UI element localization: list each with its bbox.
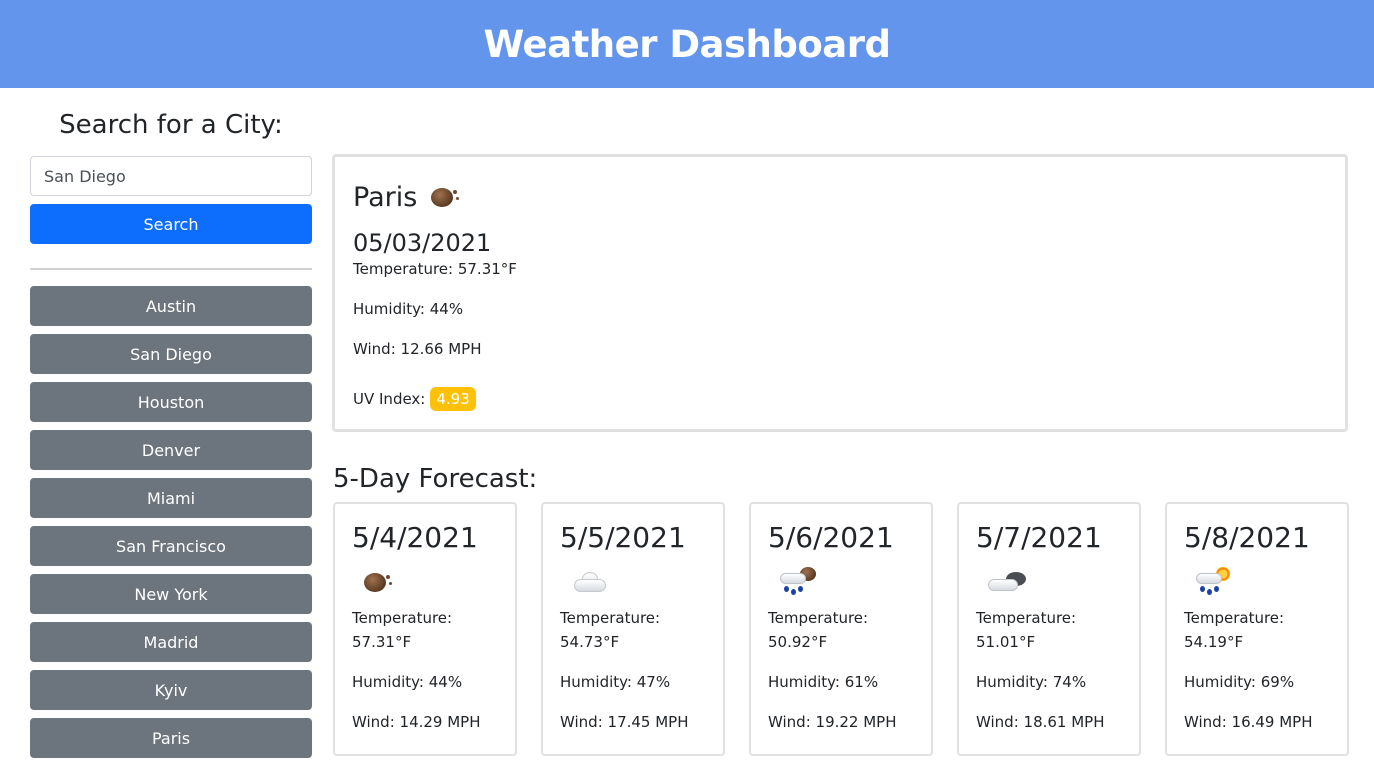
uv-label: UV Index: (353, 390, 426, 408)
forecast-wind: Wind: 18.61 MPH (976, 713, 1105, 731)
city-button-paris[interactable]: Paris (30, 718, 312, 758)
city-button-san-francisco[interactable]: San Francisco (30, 526, 312, 566)
current-uv-row: UV Index: 4.93 (353, 379, 1327, 419)
forecast-wind: Wind: 16.49 MPH (1184, 713, 1313, 731)
page-title: Weather Dashboard (483, 22, 891, 66)
city-search-input[interactable] (30, 156, 312, 196)
forecast-temperature-label: Temperature: (560, 609, 661, 627)
forecast-date: 5/5/2021 (560, 521, 686, 554)
current-city-row: Paris (353, 179, 1327, 215)
dust-icon (429, 184, 461, 210)
forecast-temperature-label: Temperature: (352, 609, 453, 627)
current-humidity: Humidity: 44% (353, 300, 464, 318)
forecast-temperature: Temperature: 51.01°F (976, 606, 1122, 670)
search-button[interactable]: Search (30, 204, 312, 244)
forecast-wind: Wind: 14.29 MPH (352, 713, 481, 731)
forecast-temperature-value: 54.19°F (1184, 633, 1244, 651)
dust-icon (362, 569, 394, 595)
city-button-kyiv[interactable]: Kyiv (30, 670, 312, 710)
sidebar: Search for a City: Search Austin San Die… (30, 88, 312, 766)
forecast-temperature-value: 54.73°F (560, 633, 620, 651)
forecast-temperature-label: Temperature: (976, 609, 1077, 627)
forecast-date: 5/6/2021 (768, 521, 894, 554)
forecast-card: 5/6/2021 Temperature: 50.92°F Humidity: … (749, 502, 933, 756)
forecast-date: 5/8/2021 (1184, 521, 1310, 554)
city-button-denver[interactable]: Denver (30, 430, 312, 470)
city-history-list: Austin San Diego Houston Denver Miami Sa… (30, 286, 312, 758)
forecast-card: 5/5/2021 Temperature: 54.73°F Humidity: … (541, 502, 725, 756)
forecast-humidity: Humidity: 69% (1184, 673, 1295, 691)
forecast-temperature: Temperature: 57.31°F (352, 606, 498, 670)
current-temperature: Temperature: 57.31°F (353, 260, 517, 278)
forecast-card: 5/7/2021 Temperature: 51.01°F Humidity: … (957, 502, 1141, 756)
forecast-wind: Wind: 19.22 MPH (768, 713, 897, 731)
forecast-temperature: Temperature: 54.73°F (560, 606, 706, 670)
forecast-wind: Wind: 17.45 MPH (560, 713, 689, 731)
forecast-humidity: Humidity: 47% (560, 673, 671, 691)
city-button-miami[interactable]: Miami (30, 478, 312, 518)
forecast-temperature-label: Temperature: (1184, 609, 1285, 627)
forecast-temperature-value: 51.01°F (976, 633, 1036, 651)
city-button-austin[interactable]: Austin (30, 286, 312, 326)
forecast-title: 5-Day Forecast: (333, 464, 538, 494)
current-date: 05/03/2021 (353, 229, 492, 257)
rain-dust-icon (778, 567, 818, 597)
app-header: Weather Dashboard (0, 0, 1374, 88)
forecast-card: 5/4/2021 Temperature: 57.31°F Humidity: … (333, 502, 517, 756)
city-button-san-diego[interactable]: San Diego (30, 334, 312, 374)
forecast-temperature-value: 50.92°F (768, 633, 828, 651)
sidebar-divider (30, 268, 312, 270)
forecast-humidity: Humidity: 44% (352, 673, 463, 691)
forecast-humidity: Humidity: 74% (976, 673, 1087, 691)
city-button-houston[interactable]: Houston (30, 382, 312, 422)
cloud-icon (570, 569, 610, 595)
city-button-new-york[interactable]: New York (30, 574, 312, 614)
forecast-temperature: Temperature: 50.92°F (768, 606, 914, 670)
current-wind: Wind: 12.66 MPH (353, 340, 482, 358)
forecast-date: 5/4/2021 (352, 521, 478, 554)
overcast-clouds-icon (986, 569, 1030, 595)
rain-sun-icon (1194, 567, 1234, 597)
forecast-humidity: Humidity: 61% (768, 673, 879, 691)
current-weather-card: Paris 05/03/2021 Temperature: 57.31°F Hu… (332, 154, 1348, 432)
forecast-card: 5/8/2021 Temperature: 54.19°F Humidity: … (1165, 502, 1349, 756)
forecast-temperature-value: 57.31°F (352, 633, 412, 651)
search-heading: Search for a City: (59, 110, 283, 140)
forecast-temperature: Temperature: 54.19°F (1184, 606, 1330, 670)
forecast-date: 5/7/2021 (976, 521, 1102, 554)
forecast-temperature-label: Temperature: (768, 609, 869, 627)
current-city-name: Paris (353, 181, 418, 213)
uv-badge: 4.93 (430, 387, 476, 411)
city-button-madrid[interactable]: Madrid (30, 622, 312, 662)
